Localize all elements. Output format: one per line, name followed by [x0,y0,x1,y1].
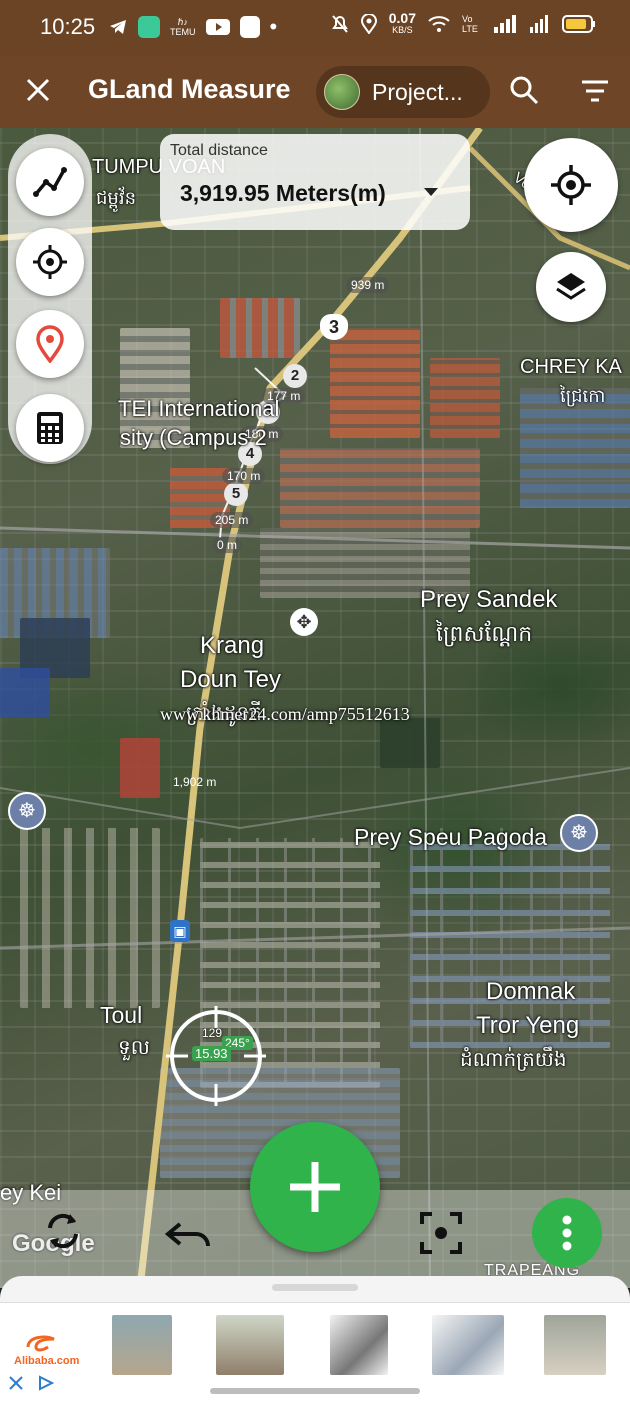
project-label: Project... [372,78,463,105]
focus-icon[interactable] [418,1210,464,1256]
volte-label: Vo LTE [462,14,478,34]
project-thumbnail [324,74,360,110]
layers-button[interactable] [536,252,606,322]
location-pin-icon [36,325,64,363]
place-label-chrey-ka-khmer: ជ្រៃកោ [560,386,606,406]
more-options-button[interactable] [532,1198,602,1268]
measure-point[interactable]: 5 [224,482,248,506]
filter-icon[interactable] [580,78,610,104]
crosshair-reticle[interactable]: 129 245° 15.93 [166,1006,266,1106]
ad-close-icon[interactable] [8,1375,24,1391]
move-handle-icon[interactable]: ✥ [290,608,318,636]
ad-image[interactable] [544,1315,606,1375]
segment-length: 205 m [210,512,254,528]
place-label-tumpu-khmer: ជម្ពូវ័ន [96,188,136,208]
bus-stop-icon[interactable]: ▣ [170,920,190,942]
gps-point-button[interactable] [16,228,84,296]
crosshair-length: 129 [202,1026,223,1040]
signal-icon [494,15,516,33]
total-distance-card[interactable]: Total distance 3,919.95 Meters(m) [160,134,470,230]
system-nav-bar[interactable] [210,1388,420,1394]
news-icon [239,16,260,38]
place-label-prey-sandek-khmer: ព្រៃសណ្តែក [436,621,533,646]
polyline-icon [33,167,67,197]
place-label-chrey-ka: CHREY KA [520,356,622,378]
plus-icon [290,1162,340,1212]
refresh-icon[interactable] [40,1208,86,1254]
app-bar: GLand Measure Project... [0,56,630,128]
youtube-icon [205,19,230,35]
measure-point[interactable]: 2 [283,364,307,388]
segment-length: 0 m [212,537,243,553]
close-icon [26,78,50,102]
my-location-icon [551,165,591,205]
close-button[interactable] [20,70,56,112]
place-label-domnak: Domnak [486,978,576,1005]
signal-2-icon [530,15,548,33]
crosshair-target-icon [33,245,67,279]
segment-length: 1,902 m [173,775,217,789]
pagoda-icon[interactable]: ☸ [560,814,598,852]
calculator-icon [37,412,63,444]
ad-image[interactable] [330,1315,388,1375]
marker-button[interactable] [16,310,84,378]
mute-icon [331,15,348,33]
dot-icon: • [269,14,278,39]
place-label-doun-tey: Doun Tey [180,666,281,693]
alibaba-mark-icon [26,1335,55,1352]
add-point-button[interactable] [250,1122,380,1252]
point-label: 2 [290,367,300,384]
more-vertical-icon [562,1215,572,1251]
calculator-button[interactable] [16,394,84,462]
undo-icon[interactable] [164,1216,214,1252]
app-title: GLand Measure [88,74,291,104]
segment-length: 170 m [222,468,266,484]
pagoda-icon[interactable]: ☸ [8,792,46,830]
search-icon[interactable] [508,74,540,106]
temu-icon: ℏ♪ TEMU [170,17,196,37]
total-distance-label: Total distance [170,142,268,159]
alibaba-logo: Alibaba.com [14,1333,84,1373]
chevron-down-icon[interactable] [424,188,438,196]
ad-banner[interactable]: Alibaba.com [0,1302,630,1401]
place-label-toul-khmer: ទួល [118,1037,150,1059]
my-location-button[interactable] [524,138,618,232]
telegram-icon [110,20,126,34]
status-bar: 10:25 ℏ♪ TEMU • 0.07 KB/S Vo LTE [0,0,630,56]
drag-handle[interactable] [272,1284,358,1291]
ad-image[interactable] [432,1315,504,1375]
ad-image[interactable] [216,1315,284,1375]
ad-panel: Alibaba.com [0,1276,630,1401]
point-label: 5 [231,485,241,502]
place-label-domnak-khmer: ដំណាក់ត្រយឹង [460,1049,567,1071]
route-number: 3 [328,317,339,337]
place-label-tror-yeng: Tror Yeng [476,1012,580,1039]
location-status-icon [360,14,377,34]
net-speed-unit: KB/S [392,25,413,35]
app-icon [138,16,160,38]
ad-info-icon[interactable] [38,1375,54,1391]
place-label-prey-speu: Prey Speu Pagoda [354,824,548,850]
battery-icon [562,15,595,33]
ad-brand-text: Alibaba.com [14,1355,80,1367]
layers-icon [556,273,586,300]
total-distance-value: 3,919.95 Meters(m) [180,180,386,206]
watermark-text: www.khmer24.com/amp75512613 [160,704,410,724]
route-shield: 3 [320,314,348,340]
segment-length: 939 m [346,277,390,293]
project-selector[interactable]: Project... [316,66,490,118]
place-label-prey-sandek: Prey Sandek [420,586,558,613]
place-label-university: sity (Campus 2 [120,425,267,450]
place-label-university: TEI International [118,396,280,421]
place-label-krang: Krang [200,632,265,659]
ad-image[interactable] [112,1315,172,1375]
status-time: 10:25 [40,14,96,39]
net-speed-value: 0.07 [388,10,416,26]
wifi-icon [428,16,450,32]
satellite-map[interactable]: 3 2 3 4 5 939 m 177 m 180 m 170 m 205 m … [0,128,630,1288]
path-tool-button[interactable] [16,148,84,216]
place-label-toul: Toul [100,1002,143,1028]
crosshair-distance: 15.93 [192,1046,231,1061]
